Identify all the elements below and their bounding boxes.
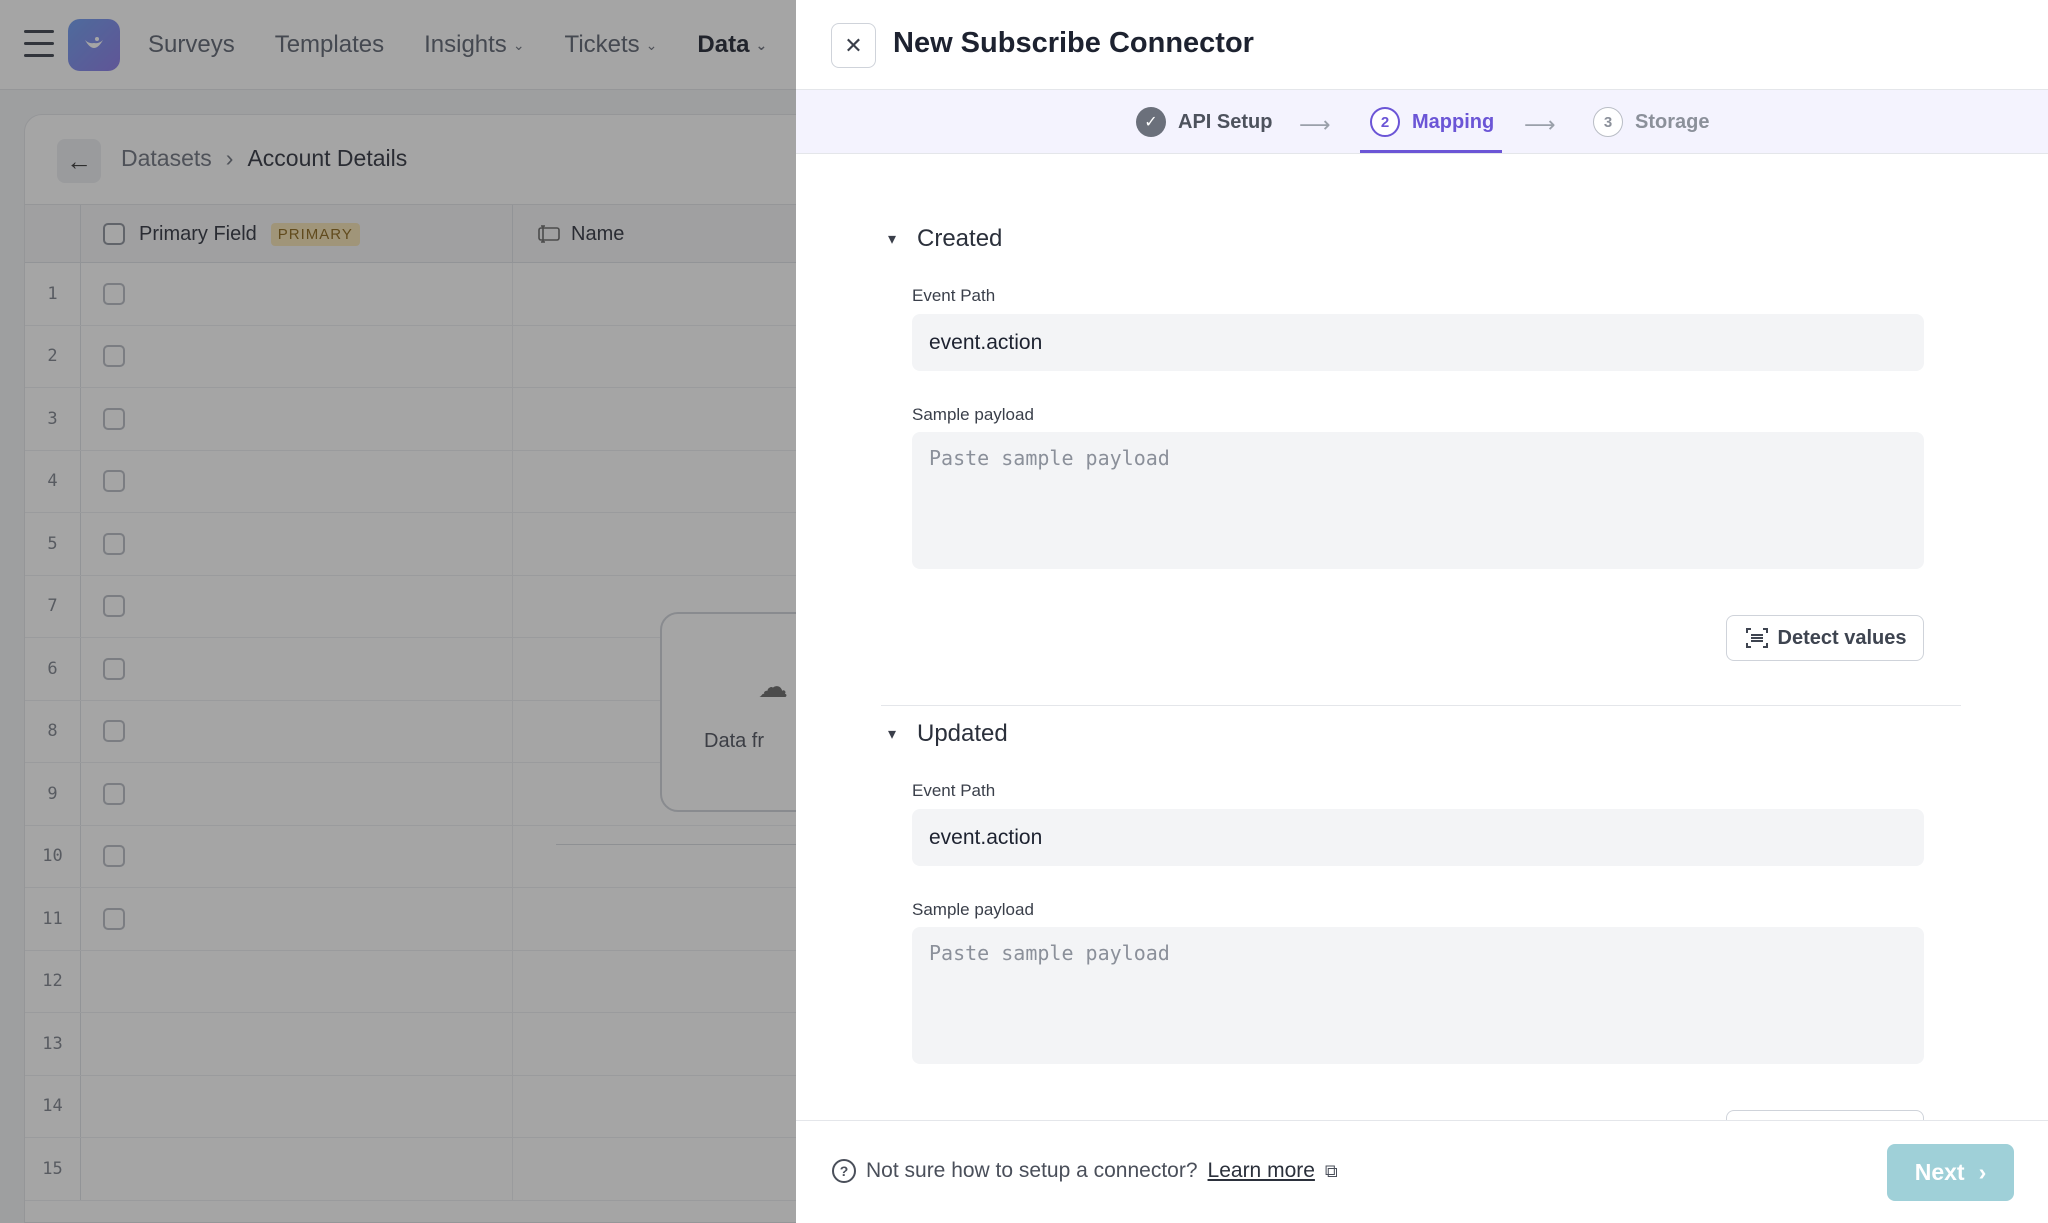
question-icon: ? (832, 1159, 856, 1183)
section-updated-header[interactable]: ▾ Updated (881, 720, 1008, 748)
drawer-header: ✕ New Subscribe Connector (796, 0, 2048, 90)
event-path-label: Event Path (912, 781, 996, 800)
step-storage[interactable]: 3 Storage (1593, 90, 1709, 154)
section-updated-title: Updated (917, 720, 1008, 747)
section-created-header[interactable]: ▾ Created (881, 225, 1002, 253)
drawer-title: New Subscribe Connector (893, 27, 1254, 59)
scan-icon (1745, 628, 1768, 648)
step-mapping-label: Mapping (1412, 110, 1495, 133)
external-link-icon[interactable]: ⧉ (1325, 1161, 1338, 1182)
next-button-label: Next (1914, 1159, 1965, 1185)
close-icon: ✕ (844, 32, 863, 58)
chevron-right-icon: › (1978, 1159, 1987, 1185)
step-storage-number: 3 (1593, 107, 1623, 137)
sample-payload-label: Sample payload (912, 900, 1034, 919)
arrow-right-icon: ⟶ (1524, 112, 1556, 137)
event-path-input[interactable]: event.action (912, 809, 1924, 866)
sample-payload-textarea[interactable]: Paste sample payload (912, 927, 1924, 1064)
chevron-down-icon: ▾ (887, 231, 897, 248)
section-divider (881, 705, 1961, 706)
drawer-footer: ? Not sure how to setup a connector? Lea… (796, 1120, 2048, 1223)
drawer-body[interactable]: ▾ Created Event Path event.action Sample… (796, 155, 2048, 1120)
event-path-label: Event Path (912, 286, 996, 305)
learn-more-link[interactable]: Learn more (1208, 1159, 1315, 1183)
section-created-title: Created (917, 225, 1003, 252)
next-button[interactable]: Next › (1887, 1144, 2014, 1201)
stepper: ✓ API Setup ⟶ 2 Mapping ⟶ 3 Storage (796, 90, 2048, 154)
help-message: Not sure how to setup a connector? (866, 1159, 1198, 1182)
step-api-setup-label: API Setup (1178, 110, 1273, 133)
active-step-indicator (1360, 150, 1502, 153)
detect-values-button[interactable]: Detect values (1726, 615, 1924, 661)
arrow-right-icon: ⟶ (1299, 112, 1331, 137)
chevron-down-icon: ▾ (887, 726, 897, 743)
step-mapping-number: 2 (1370, 107, 1400, 137)
step-api-setup[interactable]: ✓ API Setup (1136, 90, 1272, 154)
close-button[interactable]: ✕ (831, 23, 876, 68)
check-icon: ✓ (1136, 107, 1166, 137)
step-storage-label: Storage (1635, 110, 1710, 133)
help-text: ? Not sure how to setup a connector? Lea… (832, 1159, 1338, 1183)
sample-payload-label: Sample payload (912, 405, 1034, 424)
step-mapping[interactable]: 2 Mapping (1370, 90, 1494, 154)
sample-payload-textarea[interactable]: Paste sample payload (912, 432, 1924, 569)
connector-drawer: ✕ New Subscribe Connector ✓ API Setup ⟶ … (796, 0, 2048, 1223)
event-path-input[interactable]: event.action (912, 314, 1924, 371)
detect-values-label: Detect values (1777, 626, 1907, 649)
